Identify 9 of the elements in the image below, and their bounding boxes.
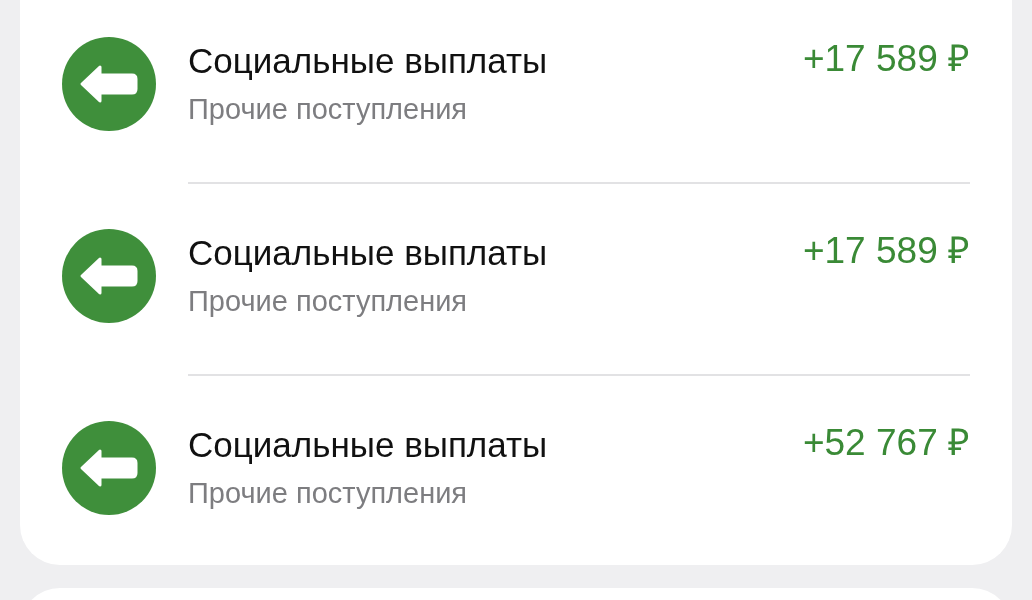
transaction-category: Прочие поступления bbox=[188, 284, 469, 319]
transaction-amount: +17 589 ₽ bbox=[802, 37, 970, 81]
transaction-amount: +17 589 ₽ bbox=[802, 229, 970, 273]
transaction-category: Прочие поступления bbox=[188, 476, 469, 511]
transaction-title: Социальные выплаты bbox=[188, 40, 549, 82]
transaction-category: Прочие поступления bbox=[188, 92, 469, 127]
transaction-title: Социальные выплаты bbox=[188, 232, 549, 274]
transaction-title: Социальные выплаты bbox=[188, 424, 549, 466]
transaction-amount: +52 767 ₽ bbox=[802, 421, 970, 465]
